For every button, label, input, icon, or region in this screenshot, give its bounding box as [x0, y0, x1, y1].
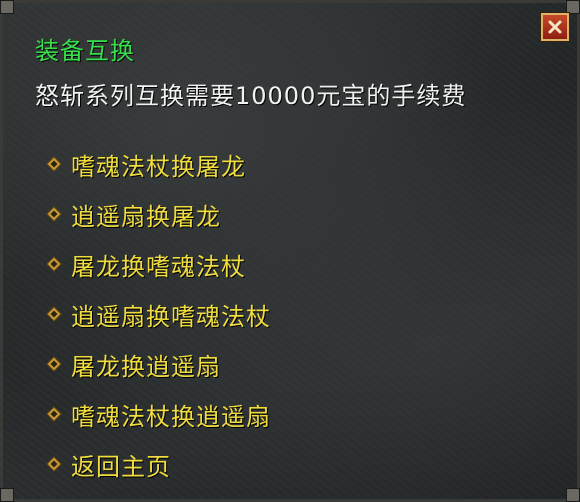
menu-item-staff-to-fan[interactable]: 嗜魂法杖换逍遥扇	[43, 389, 271, 439]
diamond-bullet-icon	[43, 203, 65, 225]
menu-item-label: 屠龙换逍遥扇	[71, 352, 221, 381]
menu-item-dragon-to-fan[interactable]: 屠龙换逍遥扇	[43, 339, 271, 389]
menu-item-dragon-to-staff[interactable]: 屠龙换嗜魂法杖	[43, 239, 271, 289]
menu-item-return-home[interactable]: 返回主页	[43, 439, 271, 489]
frame-corner	[0, 488, 14, 502]
menu-item-label: 逍遥扇换屠龙	[71, 202, 221, 231]
diamond-bullet-icon	[43, 253, 65, 275]
diamond-bullet-icon	[43, 153, 65, 175]
exchange-dialog: 装备互换 怒斩系列互换需要10000元宝的手续费 嗜魂法杖换屠龙 逍遥扇换屠龙 …	[0, 0, 580, 502]
diamond-bullet-icon	[43, 403, 65, 425]
frame-corner	[566, 0, 580, 14]
fee-description: 怒斩系列互换需要10000元宝的手续费	[35, 82, 467, 110]
exchange-menu: 嗜魂法杖换屠龙 逍遥扇换屠龙 屠龙换嗜魂法杖 逍遥扇换嗜魂法杖 屠龙换逍遥扇 嗜…	[43, 139, 271, 489]
menu-item-label: 逍遥扇换嗜魂法杖	[71, 302, 271, 331]
menu-item-fan-to-staff[interactable]: 逍遥扇换嗜魂法杖	[43, 289, 271, 339]
dialog-title: 装备互换	[35, 37, 135, 65]
diamond-bullet-icon	[43, 353, 65, 375]
menu-item-fan-to-dragon[interactable]: 逍遥扇换屠龙	[43, 189, 271, 239]
diamond-bullet-icon	[43, 303, 65, 325]
close-button[interactable]	[541, 13, 569, 41]
menu-item-label: 嗜魂法杖换屠龙	[71, 152, 246, 181]
menu-item-label: 屠龙换嗜魂法杖	[71, 252, 246, 281]
frame-corner	[566, 488, 580, 502]
diamond-bullet-icon	[43, 453, 65, 475]
menu-item-label: 返回主页	[71, 452, 171, 481]
menu-item-label: 嗜魂法杖换逍遥扇	[71, 402, 271, 431]
frame-corner	[0, 0, 14, 14]
menu-item-staff-to-dragon[interactable]: 嗜魂法杖换屠龙	[43, 139, 271, 189]
close-icon	[548, 20, 562, 34]
